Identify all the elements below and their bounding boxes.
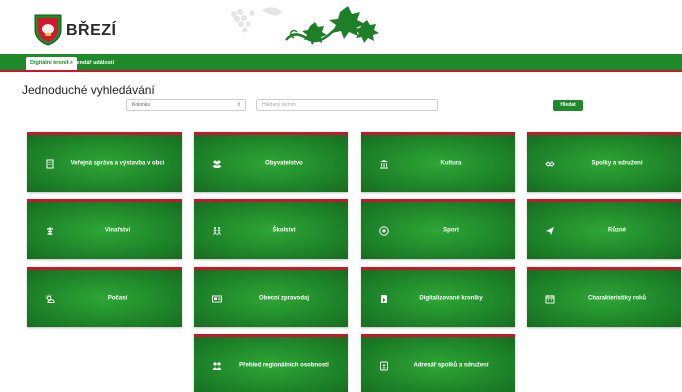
weather-icon bbox=[45, 294, 55, 303]
people-icon bbox=[212, 160, 222, 168]
tile-label: Spolky a sdružení bbox=[591, 160, 643, 166]
tile-label: Obecní zpravodaj bbox=[258, 295, 309, 301]
tile-culture[interactable]: Kultura bbox=[361, 132, 515, 192]
tile-label: Veřejná správa a výstavba v obci bbox=[70, 160, 165, 166]
paper-plane-icon bbox=[546, 226, 554, 235]
tile-label: Vinařství bbox=[104, 227, 131, 233]
grapevine-ornament-icon bbox=[231, 6, 379, 45]
address-book-icon bbox=[380, 361, 388, 370]
tile-digitized-chronicles[interactable]: Digitalizované kroniky bbox=[361, 267, 515, 327]
tile-clubs[interactable]: Spolky a sdružení bbox=[527, 132, 681, 192]
tile-label: Různé bbox=[608, 227, 626, 233]
tile-miscellaneous[interactable]: Různé bbox=[527, 199, 681, 259]
football-icon bbox=[379, 225, 389, 236]
building-icon bbox=[46, 159, 54, 168]
tile-regional-personalities[interactable]: Přehled regionálních osobností bbox=[194, 334, 348, 392]
newspaper-icon bbox=[212, 295, 222, 302]
coat-of-arms-icon[interactable] bbox=[34, 14, 62, 46]
site-brand[interactable]: BŘEZÍ bbox=[66, 22, 117, 40]
tab-event-calendar[interactable]: Kalendář událostí bbox=[64, 57, 118, 70]
tile-label: Obyvatelstvo bbox=[265, 160, 303, 166]
tile-label: Přehled regionálních osobností bbox=[239, 362, 329, 368]
site-header: BŘEZÍ bbox=[0, 0, 682, 50]
chevron-updown-icon: ⇕ bbox=[236, 102, 241, 108]
tile-label: Charakteristiky roků bbox=[587, 295, 647, 301]
page-title: Jednoduché vyhledávání bbox=[22, 83, 155, 97]
children-icon bbox=[213, 226, 221, 235]
tile-newsletter[interactable]: Obecní zpravodaj bbox=[194, 267, 348, 327]
tile-label: Počasí bbox=[107, 295, 128, 301]
grapevine-icon bbox=[47, 226, 53, 235]
tile-education[interactable]: Školství bbox=[194, 199, 348, 259]
tile-label: Kultura bbox=[440, 160, 462, 166]
calendar-icon bbox=[545, 294, 555, 303]
book-icon bbox=[381, 294, 387, 303]
main-navbar: Digitální kronika Kalendář událostí bbox=[0, 54, 682, 72]
tile-label: Adresář spolků a sdružení bbox=[413, 362, 489, 368]
tile-population[interactable]: Obyvatelstvo bbox=[194, 132, 348, 192]
tile-label: Školství bbox=[272, 227, 296, 233]
tile-club-directory[interactable]: Adresář spolků a sdružení bbox=[361, 334, 515, 392]
search-input[interactable]: Hledaný termín bbox=[256, 99, 438, 111]
field-select-value: Kolonka bbox=[132, 102, 151, 108]
tile-public-administration[interactable]: Veřejná správa a výstavba v obci bbox=[27, 132, 182, 192]
tile-sport[interactable]: Sport bbox=[361, 199, 515, 259]
persons-icon bbox=[212, 361, 222, 370]
tile-label: Digitalizované kroniky bbox=[419, 295, 483, 301]
tile-year-characteristics[interactable]: Charakteristiky roků bbox=[527, 267, 681, 327]
field-select[interactable]: Kolonka ⇕ bbox=[126, 99, 246, 111]
tile-viticulture[interactable]: Vinařství bbox=[27, 199, 182, 259]
museum-icon bbox=[380, 159, 388, 168]
handshake-icon bbox=[545, 160, 555, 167]
tile-weather[interactable]: Počasí bbox=[27, 267, 182, 327]
tile-label: Sport bbox=[443, 227, 459, 233]
search-button[interactable]: Hledat bbox=[553, 100, 583, 111]
